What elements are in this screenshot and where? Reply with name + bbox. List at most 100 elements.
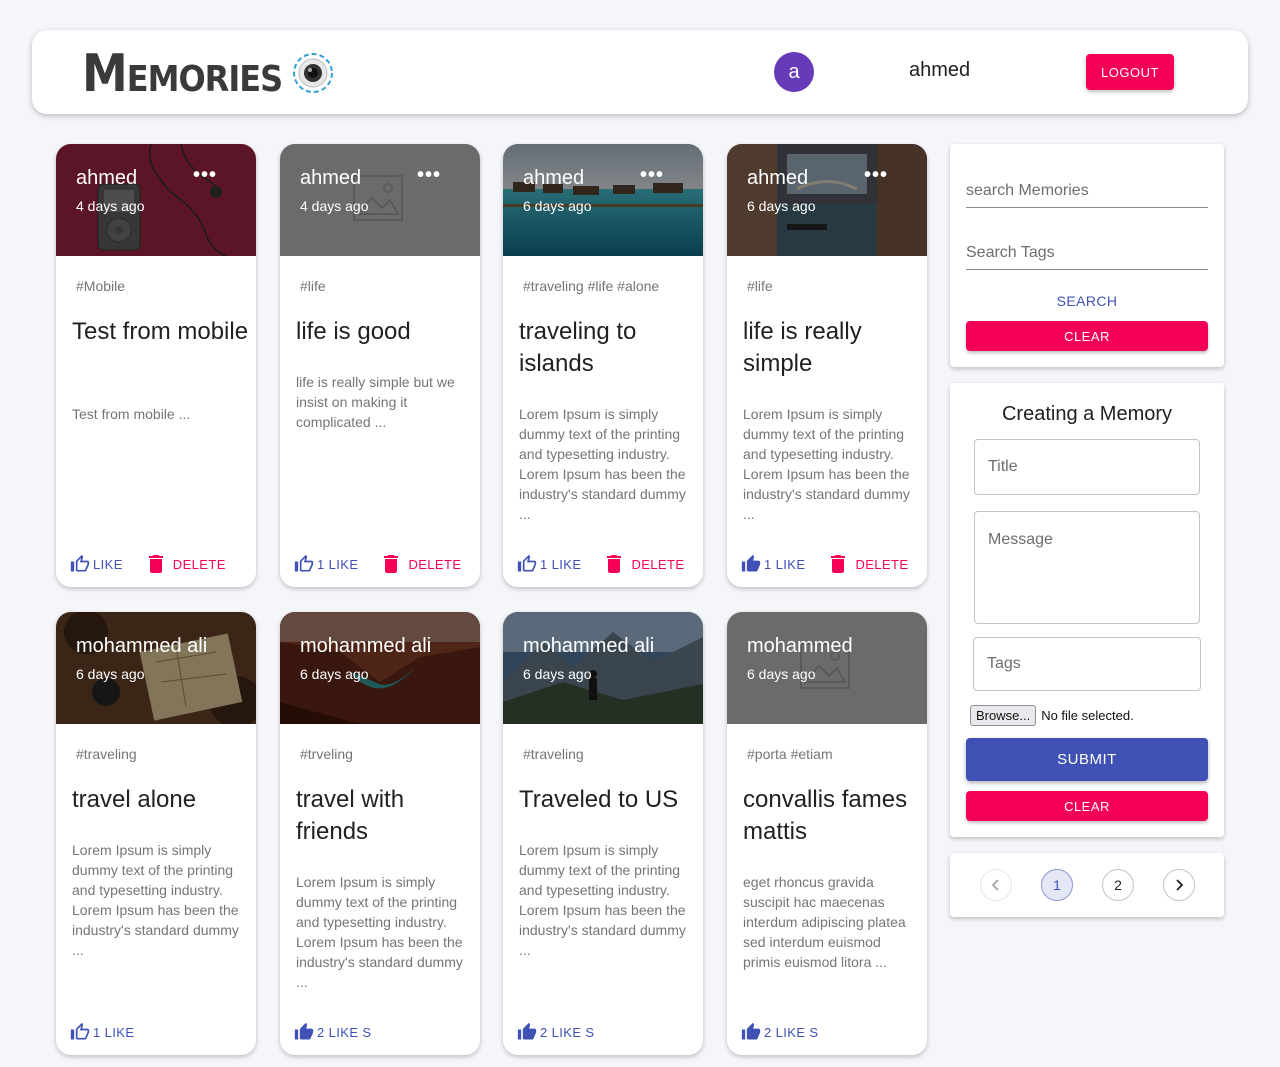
like-button[interactable]: 1 LIKE [70,1022,134,1042]
card-actions: 1 LIKE DELETE [741,552,908,576]
avatar[interactable]: a [774,52,814,92]
delete-button[interactable]: DELETE [148,555,226,573]
thumb-up-filled-icon [741,554,761,572]
search-button[interactable]: SEARCH [966,290,1208,312]
search-memories-input[interactable] [966,178,1208,208]
delete-label: DELETE [172,556,226,572]
create-memory-form: Creating a Memory Browse... No file sele… [950,383,1224,837]
post-time: 6 days ago [747,198,816,214]
post-tags: #porta #etiam [747,746,833,762]
page-2-button[interactable]: 2 [1102,869,1134,901]
camera-lens-icon [293,53,334,93]
like-button[interactable]: 2 LIKE S [741,1022,819,1042]
post-card[interactable]: mohammed ali 6 days ago #traveling Trave… [503,612,703,1055]
card-actions: 1 LIKE [70,1020,134,1044]
search-clear-button[interactable]: CLEAR [966,321,1208,351]
post-card[interactable]: mohammed 6 days ago #porta #etiam conval… [727,612,927,1055]
post-time: 6 days ago [76,666,145,682]
post-title: life is good [296,318,411,345]
post-tags: #traveling #life #alone [523,278,660,294]
title-field[interactable] [974,439,1200,495]
search-tags-input[interactable] [966,240,1208,270]
more-options-icon[interactable]: ••• [640,165,664,185]
chevron-right-icon [1176,879,1184,891]
like-button[interactable]: LIKE [70,554,123,574]
post-title: travel alone [72,786,197,813]
like-count: 1 LIKE [540,556,582,572]
like-count: LIKE [93,556,123,572]
delete-label: DELETE [855,556,909,572]
page-1-button[interactable]: 1 [1041,869,1073,901]
browse-button[interactable]: Browse... [970,705,1037,726]
message-field[interactable] [974,511,1200,624]
more-options-icon[interactable]: ••• [864,165,888,185]
post-card[interactable]: ahmed 4 days ago ••• #Mobile Test from m… [56,144,256,587]
tags-field[interactable] [973,637,1201,691]
delete-label: DELETE [631,556,685,572]
like-count: 1 LIKE [764,556,806,572]
thumb-up-filled-icon [741,1022,761,1040]
trash-icon [148,555,163,573]
post-card[interactable]: ahmed 6 days ago ••• #life life is reall… [727,144,927,587]
app-bar: Memories a ahmed LOGOUT [32,30,1248,114]
like-button[interactable]: 1 LIKE [294,554,358,574]
card-actions: 1 LIKE DELETE [294,552,461,576]
form-clear-button[interactable]: CLEAR [966,791,1208,821]
username: ahmed [909,59,971,81]
delete-button[interactable]: DELETE [384,555,461,573]
pagination: 1 2 [980,869,1195,901]
post-title: Traveled to US [519,786,679,813]
like-count: 2 LIKE S [764,1024,819,1040]
post-author: mohammed ali [300,635,432,657]
delete-label: DELETE [408,556,462,572]
thumb-up-outline-icon [70,554,90,572]
post-author: mohammed ali [523,635,655,657]
brand-title: Memories [82,42,283,104]
like-count: 1 LIKE [317,556,359,572]
like-button[interactable]: 2 LIKE S [294,1022,372,1042]
file-status: No file selected. [1041,708,1134,723]
post-message: eget rhoncus gravida suscipit hac maecen… [743,874,906,970]
post-tags: #trveling [300,746,353,762]
thumb-up-filled-icon [517,1022,537,1040]
post-card[interactable]: ahmed 4 days ago ••• #life life is good … [280,144,480,587]
post-time: 6 days ago [523,666,592,682]
more-options-icon[interactable]: ••• [417,165,441,185]
previous-page-button[interactable] [980,869,1012,901]
like-button[interactable]: 2 LIKE S [517,1022,595,1042]
post-tags: #life [300,278,326,294]
next-page-button[interactable] [1163,869,1195,901]
thumb-up-filled-icon [294,1022,314,1040]
chevron-left-icon [991,879,999,891]
card-actions: 2 LIKE S [294,1020,372,1044]
delete-button[interactable]: DELETE [607,555,684,573]
post-message: Lorem Ipsum is simply dummy text of the … [72,842,239,958]
post-tags: #life [747,278,773,294]
post-card[interactable]: ahmed 6 days ago ••• #traveling #life #a… [503,144,703,587]
post-message: Test from mobile ... [72,406,191,422]
like-count: 2 LIKE S [317,1024,372,1040]
post-tags: #Mobile [76,278,126,294]
thumb-up-outline-icon [294,554,314,572]
post-message: life is really simple but we insist on m… [296,374,455,430]
submit-button[interactable]: SUBMIT [966,738,1208,781]
more-options-icon[interactable]: ••• [193,165,217,185]
post-tags: #traveling [523,746,584,762]
pagination-panel: 1 2 [950,853,1224,917]
post-title: travel with friends [296,786,405,845]
card-actions: 2 LIKE S [741,1020,819,1044]
post-title: traveling to islands [519,318,637,377]
post-card[interactable]: mohammed ali 6 days ago #trveling travel… [280,612,480,1055]
like-button[interactable]: 1 LIKE [517,554,581,574]
logout-button[interactable]: LOGOUT [1086,54,1174,90]
like-count: 2 LIKE S [540,1024,595,1040]
brand[interactable]: Memories [82,42,334,104]
like-button[interactable]: 1 LIKE [741,554,805,574]
like-count: 1 LIKE [93,1024,135,1040]
thumb-up-outline-icon [70,1022,90,1040]
post-author: ahmed [747,167,809,189]
post-card[interactable]: mohammed ali 6 days ago #traveling trave… [56,612,256,1055]
search-panel: SEARCH CLEAR [950,144,1224,367]
post-tags: #traveling [76,746,137,762]
delete-button[interactable]: DELETE [831,555,908,573]
